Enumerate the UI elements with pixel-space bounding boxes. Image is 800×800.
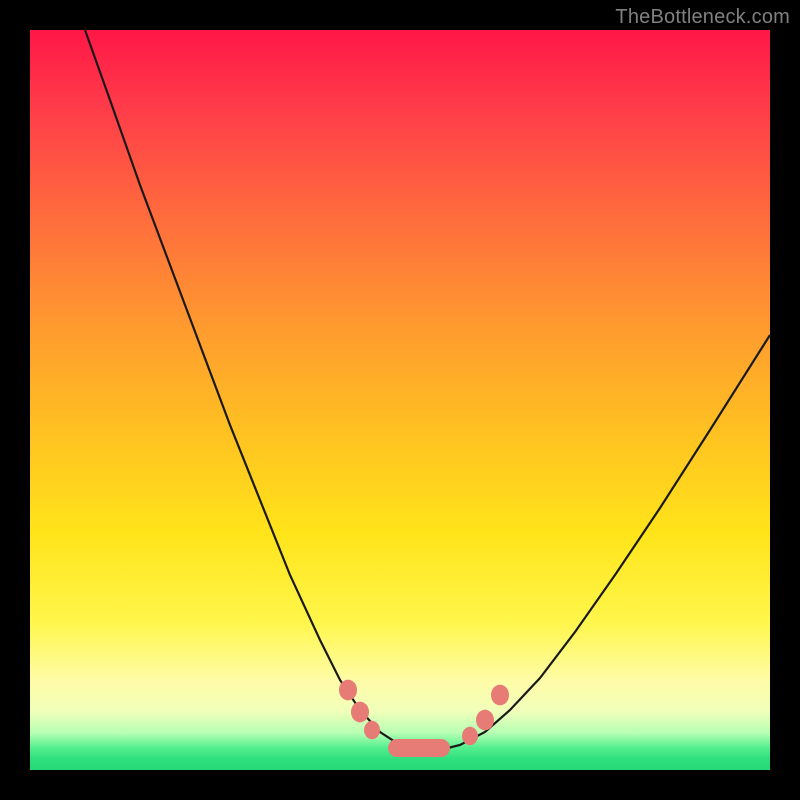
optimal-zone-markers (339, 680, 509, 757)
marker-dot (476, 710, 494, 731)
outer-black-frame: TheBottleneck.com (0, 0, 800, 800)
marker-dot (351, 702, 369, 723)
watermark-text: TheBottleneck.com (615, 6, 790, 29)
bottleneck-curve (85, 30, 770, 750)
marker-dot (462, 727, 478, 745)
curve-svg (30, 30, 770, 770)
marker-capsule (388, 739, 450, 757)
marker-dot (491, 685, 509, 706)
plot-gradient-area (30, 30, 770, 770)
marker-dot (364, 721, 380, 739)
marker-dot (339, 680, 357, 701)
